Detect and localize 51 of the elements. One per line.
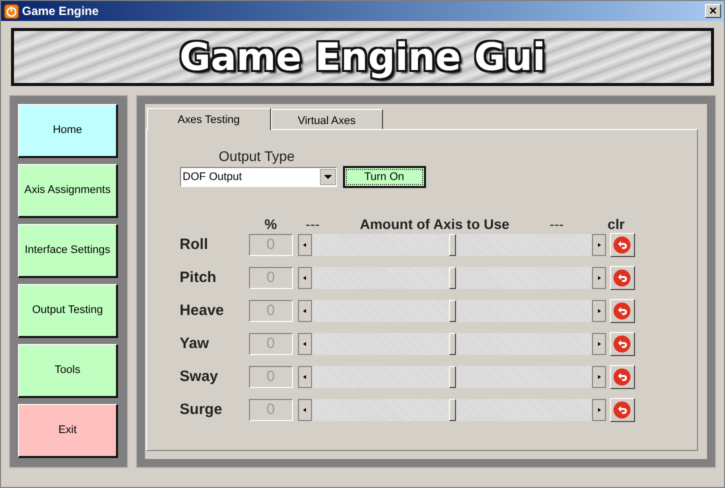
clear-button[interactable] xyxy=(610,299,635,323)
tab[interactable]: Axes Testing xyxy=(146,108,271,130)
nav-button[interactable]: Exit xyxy=(18,404,118,458)
clear-button[interactable] xyxy=(610,398,635,422)
turn-on-button[interactable]: Turn On xyxy=(342,166,426,188)
tab[interactable]: Virtual Axes xyxy=(270,109,383,129)
dash-separator: --- xyxy=(304,214,321,234)
axis-slider[interactable] xyxy=(298,333,606,355)
axis-slider[interactable] xyxy=(298,267,606,289)
undo-icon xyxy=(613,236,632,254)
axis-slider[interactable] xyxy=(298,366,606,388)
undo-icon xyxy=(613,401,632,419)
slider-thumb[interactable] xyxy=(448,300,456,322)
nav-button[interactable]: Axis Assignments xyxy=(18,164,118,218)
window-title: Game Engine xyxy=(22,3,99,20)
output-type-dropdown[interactable]: DOF Output xyxy=(180,167,337,187)
axis-label: Pitch xyxy=(180,268,218,288)
nav-button[interactable]: Tools xyxy=(18,344,118,398)
clear-button[interactable] xyxy=(610,233,635,257)
axis-label: Surge xyxy=(180,400,224,420)
undo-icon xyxy=(613,368,632,386)
nav-button[interactable]: Interface Settings xyxy=(18,224,118,278)
axis-slider[interactable] xyxy=(298,234,606,256)
slider-thumb[interactable] xyxy=(448,366,456,388)
clear-button[interactable] xyxy=(610,365,635,389)
nav-button[interactable]: Output Testing xyxy=(18,284,118,338)
percent-header: % xyxy=(263,214,278,234)
axis-slider[interactable] xyxy=(298,300,606,322)
undo-icon xyxy=(613,335,632,353)
slider-thumb[interactable] xyxy=(448,267,456,289)
axis-label: Heave xyxy=(180,300,225,321)
undo-icon xyxy=(613,269,632,287)
axis-label: Roll xyxy=(180,234,210,255)
axis-label: Yaw xyxy=(180,334,210,354)
axis-amount-header: Amount of Axis to Use xyxy=(358,214,510,234)
clear-header: clr xyxy=(606,214,625,234)
close-button[interactable]: × xyxy=(705,4,721,18)
power-icon xyxy=(4,4,19,18)
slider-thumb[interactable] xyxy=(448,234,456,256)
axis-slider[interactable] xyxy=(298,399,606,421)
dash-separator: --- xyxy=(548,214,565,234)
output-type-label: Output Type xyxy=(218,148,296,164)
axis-label: Sway xyxy=(180,366,220,387)
dropdown-arrow-icon xyxy=(320,169,336,185)
banner-title: Game Engine Gui xyxy=(180,34,546,80)
slider-thumb[interactable] xyxy=(448,333,456,355)
clear-button[interactable] xyxy=(610,332,635,356)
clear-button[interactable] xyxy=(610,266,635,290)
undo-icon xyxy=(613,302,632,320)
slider-thumb[interactable] xyxy=(448,399,456,421)
nav-button[interactable]: Home xyxy=(18,104,118,158)
